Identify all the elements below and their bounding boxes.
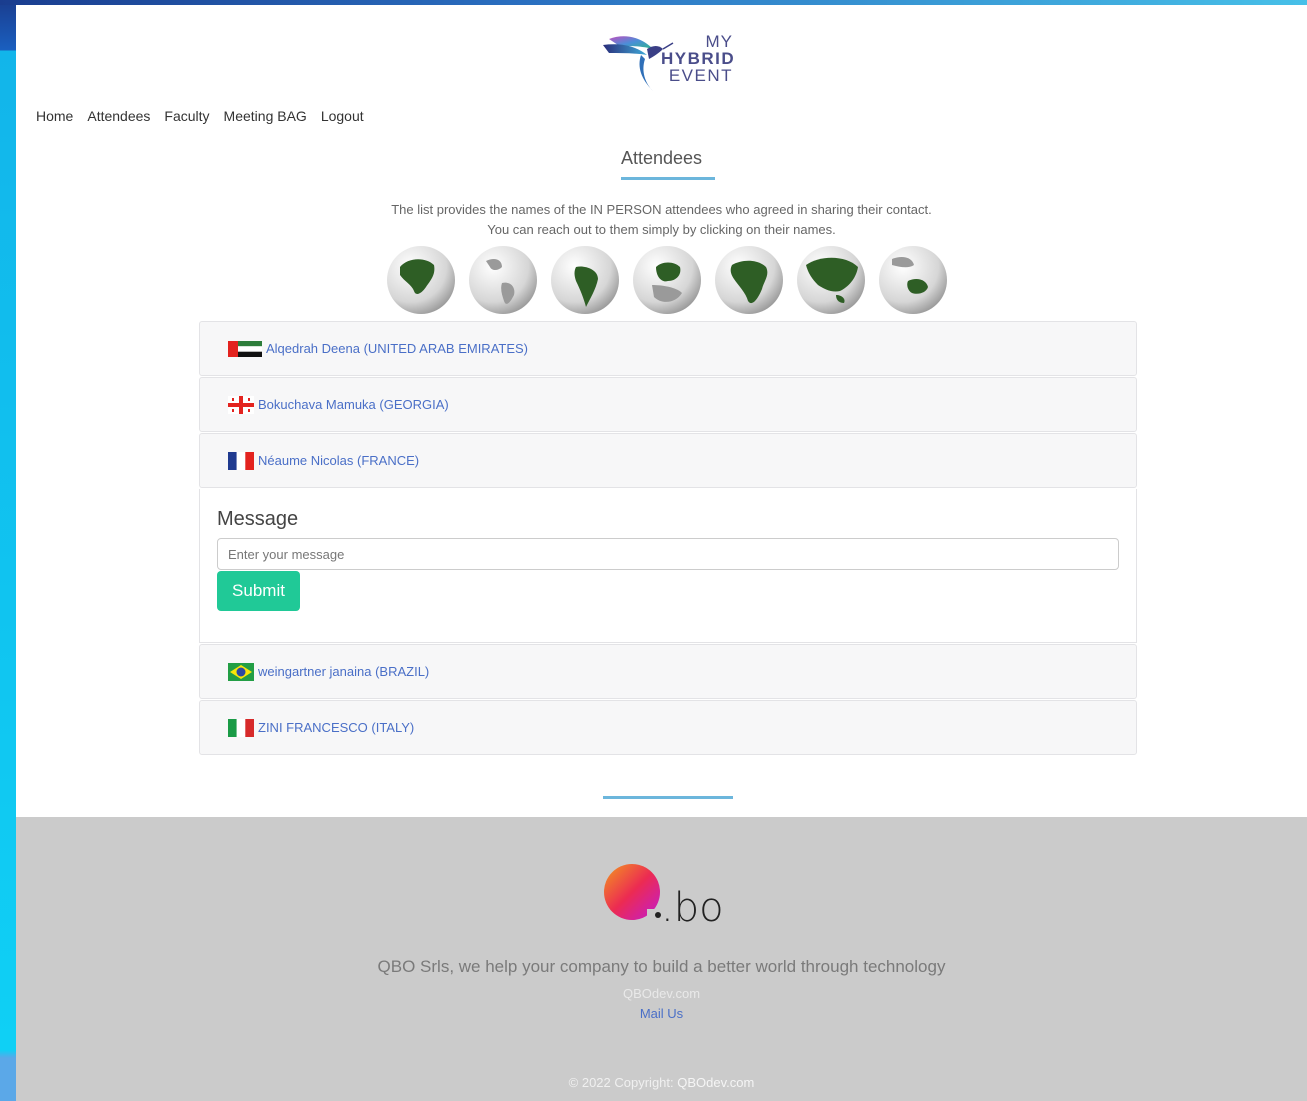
attendee-name[interactable]: Néaume Nicolas (FRANCE): [258, 453, 419, 468]
message-input[interactable]: [217, 538, 1119, 570]
title-underline: [621, 177, 715, 180]
asia-globe-icon[interactable]: [796, 245, 866, 315]
nav-attendees[interactable]: Attendees: [87, 108, 150, 124]
my-hybrid-event-logo[interactable]: MY HYBRID EVENT: [601, 23, 741, 95]
france-flag-icon: [228, 451, 254, 470]
copyright-prefix: © 2022 Copyright:: [568, 1075, 674, 1090]
attendee-item[interactable]: Bokuchava Mamuka (GEORGIA): [199, 377, 1137, 432]
attendee-item[interactable]: weingartner janaina (BRAZIL): [199, 644, 1137, 699]
qbo-logo-text: .bo: [661, 885, 724, 925]
nav-faculty[interactable]: Faculty: [164, 108, 209, 124]
copyright-link[interactable]: QBOdev.com: [677, 1075, 754, 1090]
south-america-globe-icon[interactable]: [468, 245, 538, 315]
continent-filter: [386, 245, 948, 315]
left-accent-strip: [0, 0, 16, 1101]
page-title: Attendees: [620, 148, 703, 168]
intro-line-1: The list provides the names of the IN PE…: [391, 202, 932, 217]
footer-tagline: QBO Srls, we help your company to build …: [377, 957, 946, 976]
north-america-globe-icon[interactable]: [386, 245, 456, 315]
qbo-logo[interactable]: .bo: [603, 863, 743, 931]
attendee-item[interactable]: Alqedrah Deena (UNITED ARAB EMIRATES): [199, 321, 1137, 376]
attendee-name[interactable]: ZINI FRANCESCO (ITALY): [258, 720, 414, 735]
attendee-name[interactable]: weingartner janaina (BRAZIL): [258, 664, 429, 679]
latin-america-globe-icon[interactable]: [550, 245, 620, 315]
africa-globe-icon[interactable]: [714, 245, 784, 315]
footer-site-link[interactable]: QBOdev.com: [16, 986, 1307, 1001]
logo-line-3: EVENT: [668, 66, 733, 85]
message-label: Message: [217, 508, 299, 530]
nav-meeting-bag[interactable]: Meeting BAG: [224, 108, 307, 124]
submit-button[interactable]: Submit: [217, 571, 300, 611]
attendee-item-expanded[interactable]: Néaume Nicolas (FRANCE): [199, 433, 1137, 488]
italy-flag-icon: [228, 718, 254, 737]
section-divider: [603, 796, 733, 799]
nav-logout[interactable]: Logout: [321, 108, 364, 124]
attendee-item[interactable]: ZINI FRANCESCO (ITALY): [199, 700, 1137, 755]
attendee-name[interactable]: Alqedrah Deena (UNITED ARAB EMIRATES): [266, 341, 528, 356]
intro-line-2: You can reach out to them simply by clic…: [487, 222, 836, 237]
qbo-logo-icon: .bo: [604, 864, 724, 931]
logo-text: MY HYBRID EVENT: [661, 32, 736, 85]
message-panel: Message Submit: [199, 489, 1137, 643]
copyright: © 2022 Copyright: QBOdev.com: [16, 1075, 1307, 1090]
footer-mail-link[interactable]: Mail Us: [16, 1006, 1307, 1021]
page: MY HYBRID EVENT Home Attendees Faculty M…: [16, 5, 1307, 1101]
oceania-globe-icon[interactable]: [878, 245, 948, 315]
brazil-flag-icon: [228, 662, 254, 681]
main-nav: Home Attendees Faculty Meeting BAG Logou…: [36, 108, 364, 124]
logo-line-1: MY: [705, 32, 733, 51]
attendee-list: Alqedrah Deena (UNITED ARAB EMIRATES) Bo…: [199, 321, 1137, 756]
nav-home[interactable]: Home: [36, 108, 73, 124]
logo-line-2: HYBRID: [661, 49, 736, 68]
footer: .bo QBO Srls, we help your company to bu…: [16, 817, 1307, 1101]
attendee-name[interactable]: Bokuchava Mamuka (GEORGIA): [258, 397, 449, 412]
uae-flag-icon: [228, 340, 262, 357]
georgia-flag-icon: [228, 395, 254, 414]
intro-text: The list provides the names of the IN PE…: [16, 200, 1307, 240]
europe-globe-icon[interactable]: [632, 245, 702, 315]
